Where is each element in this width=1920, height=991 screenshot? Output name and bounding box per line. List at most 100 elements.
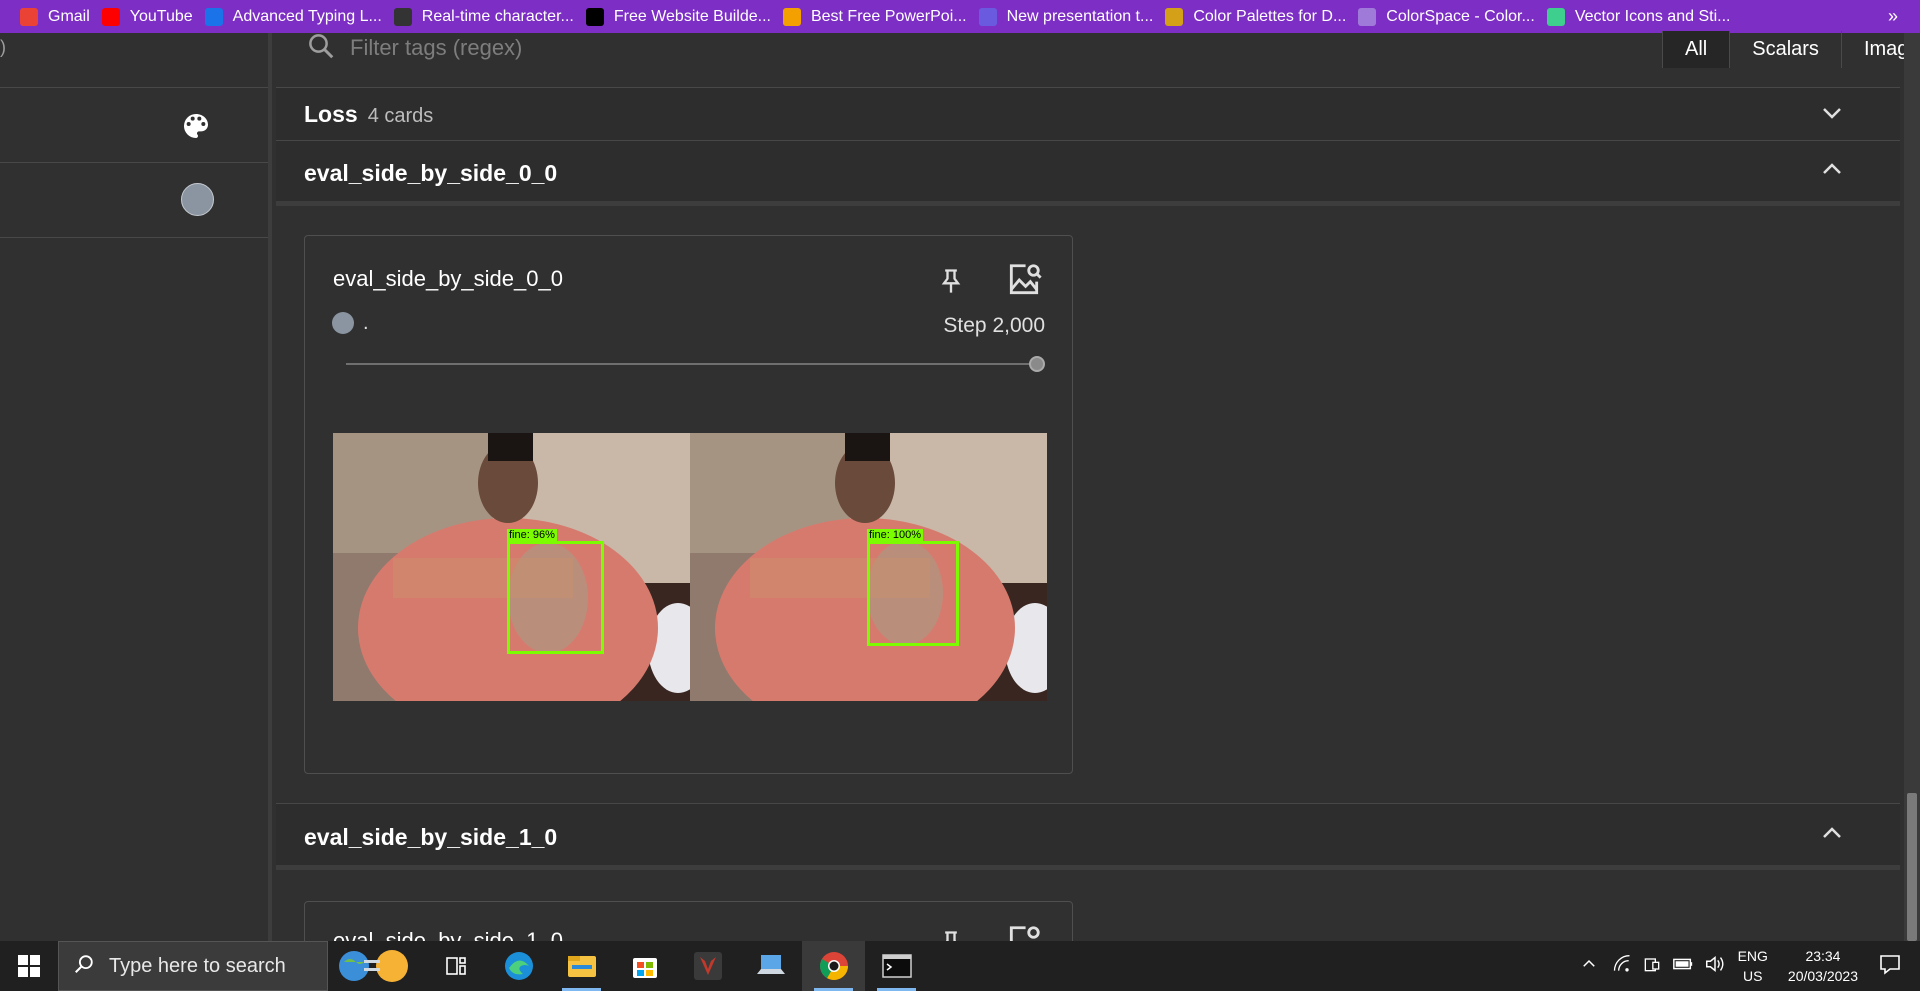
search-icon	[306, 31, 336, 66]
bookmark-label: Real-time character...	[421, 7, 574, 25]
sidebar-header: )	[0, 33, 268, 88]
step-label: Step 2,000	[943, 314, 1045, 337]
bookmark-label: YouTube	[129, 7, 193, 25]
battery-icon[interactable]	[1672, 954, 1694, 979]
slides-icon	[782, 7, 801, 26]
filter-input[interactable]: Filter tags (regex)	[350, 35, 522, 61]
bookmark-label: New presentation t...	[1006, 7, 1154, 25]
main-dashboard: Filter tags (regex) All Scalars Image Lo…	[276, 31, 1920, 981]
chevron-up-icon[interactable]	[1820, 157, 1844, 186]
eval-image: fine: 96% fine: 100%	[333, 433, 1047, 701]
filter-bar: Filter tags (regex) All Scalars Image	[276, 31, 1920, 88]
detection-label-right: fine: 100%	[867, 529, 923, 542]
vector-icon	[1546, 7, 1565, 26]
bookmark-item[interactable]: Vector Icons and Sti...	[1545, 0, 1741, 33]
step-slider-thumb[interactable]	[1029, 356, 1045, 372]
news-weather-icon[interactable]	[328, 941, 424, 991]
bookmark-label: Color Palettes for D...	[1193, 7, 1347, 25]
bookmarks-overflow-icon[interactable]: »	[1888, 0, 1898, 33]
input-language[interactable]: ENG US	[1738, 946, 1768, 986]
edge-icon[interactable]	[487, 941, 550, 991]
taskbar-clock[interactable]: 23:34 20/03/2023	[1788, 946, 1858, 986]
chevron-down-icon[interactable]	[1820, 101, 1844, 130]
bookmark-label: Free Website Builde...	[613, 7, 771, 25]
run-name: .	[363, 312, 369, 334]
bookmark-item[interactable]: Best Free PowerPoi...	[781, 0, 977, 33]
pin-icon[interactable]	[937, 266, 965, 301]
laptop-app-icon[interactable]	[739, 941, 802, 991]
bookmark-label: Advanced Typing L...	[232, 7, 382, 25]
eval-image-right: fine: 100%	[690, 433, 1047, 701]
bookmark-item[interactable]: YouTube	[100, 0, 203, 33]
sidebar-row-run-color	[0, 163, 268, 238]
chrome-icon[interactable]	[802, 941, 865, 991]
detection-box-left	[507, 541, 604, 654]
group-header-eval-0[interactable]: eval_side_by_side_0_0	[276, 141, 1900, 206]
image-search-icon[interactable]	[1005, 261, 1043, 304]
terminal-icon[interactable]	[865, 941, 928, 991]
card-title: eval_side_by_side_0_0	[333, 266, 563, 291]
windows-start-icon[interactable]	[0, 941, 58, 991]
bookmark-item[interactable]: Color Palettes for D...	[1163, 0, 1356, 33]
tab-all[interactable]: All	[1662, 31, 1730, 68]
group-title-loss-text: Loss	[304, 101, 358, 127]
bookmark-item[interactable]: Gmail	[18, 0, 100, 33]
input-region-code: US	[1743, 968, 1763, 984]
filter-search[interactable]: Filter tags (regex)	[306, 33, 522, 63]
bookmark-item[interactable]: New presentation t...	[977, 0, 1164, 33]
type-tabs: All Scalars Image	[1662, 31, 1920, 68]
bookmark-item[interactable]: ColorSpace - Color...	[1356, 0, 1545, 33]
step-slider-track[interactable]	[346, 363, 1036, 365]
presentation-icon	[978, 7, 997, 26]
bookmark-label: Vector Icons and Sti...	[1574, 7, 1731, 25]
chevron-up-icon[interactable]	[1820, 821, 1844, 850]
devices-icon[interactable]	[1642, 954, 1662, 979]
taskbar-search[interactable]: Type here to search	[58, 941, 328, 991]
typing-icon	[204, 7, 223, 26]
bookmark-label: Gmail	[48, 7, 90, 25]
bookmarks-bar: Gmail YouTube Advanced Typing L... Real-tim…	[0, 0, 1920, 33]
group-title-eval-0: eval_side_by_side_0_0	[304, 160, 558, 186]
bookmark-item[interactable]: Advanced Typing L...	[203, 0, 392, 33]
bookmark-item[interactable]: Real-time character...	[392, 0, 584, 33]
unreal-icon	[393, 7, 412, 26]
taskbar-search-placeholder: Type here to search	[109, 954, 286, 977]
sidebar-header-text: )	[0, 37, 6, 57]
group-header-loss[interactable]: Loss 4 cards	[276, 88, 1900, 141]
chevron-up-icon[interactable]	[1580, 955, 1598, 978]
wix-icon	[585, 7, 604, 26]
gmail-icon	[20, 7, 38, 26]
scrollbar-thumb[interactable]	[1907, 793, 1917, 941]
bookmark-item[interactable]: Free Website Builde...	[584, 0, 781, 33]
predator-sense-icon[interactable]	[676, 941, 739, 991]
run-color-swatch[interactable]	[181, 183, 214, 216]
bookmark-label: Best Free PowerPoi...	[810, 7, 967, 25]
wifi-icon[interactable]	[1612, 954, 1632, 979]
clock-date: 20/03/2023	[1787, 968, 1858, 984]
run-color-dot	[332, 312, 354, 334]
detection-label-left: fine: 96%	[507, 529, 557, 542]
group-header-eval-1[interactable]: eval_side_by_side_1_0	[276, 803, 1900, 870]
file-explorer-icon[interactable]	[550, 941, 613, 991]
palette-icon[interactable]	[180, 110, 212, 147]
youtube-icon	[101, 7, 120, 26]
notification-icon[interactable]	[1878, 952, 1902, 981]
task-view-icon[interactable]	[424, 941, 487, 991]
tab-scalars[interactable]: Scalars	[1729, 31, 1841, 68]
input-language-code: ENG	[1737, 948, 1768, 964]
bookmark-label: ColorSpace - Color...	[1386, 7, 1535, 25]
left-sidebar: )	[0, 33, 272, 941]
eval-image-left: fine: 96%	[333, 433, 690, 701]
page-scrollbar[interactable]	[1904, 33, 1920, 941]
volume-icon[interactable]	[1704, 954, 1726, 979]
search-icon	[73, 953, 95, 980]
clock-time: 23:34	[1805, 948, 1841, 964]
palette-jar-icon	[1165, 7, 1184, 26]
microsoft-store-icon[interactable]	[613, 941, 676, 991]
group-title-eval-1: eval_side_by_side_1_0	[304, 824, 558, 850]
sidebar-row-palette	[0, 88, 268, 163]
system-tray: ENG US 23:34 20/03/2023	[1580, 941, 1920, 991]
windows-taskbar: Type here to search ENG US 23:34 20/03/2…	[0, 941, 1920, 991]
detection-box-right	[867, 541, 959, 646]
group-title-loss: Loss 4 cards	[304, 101, 433, 128]
